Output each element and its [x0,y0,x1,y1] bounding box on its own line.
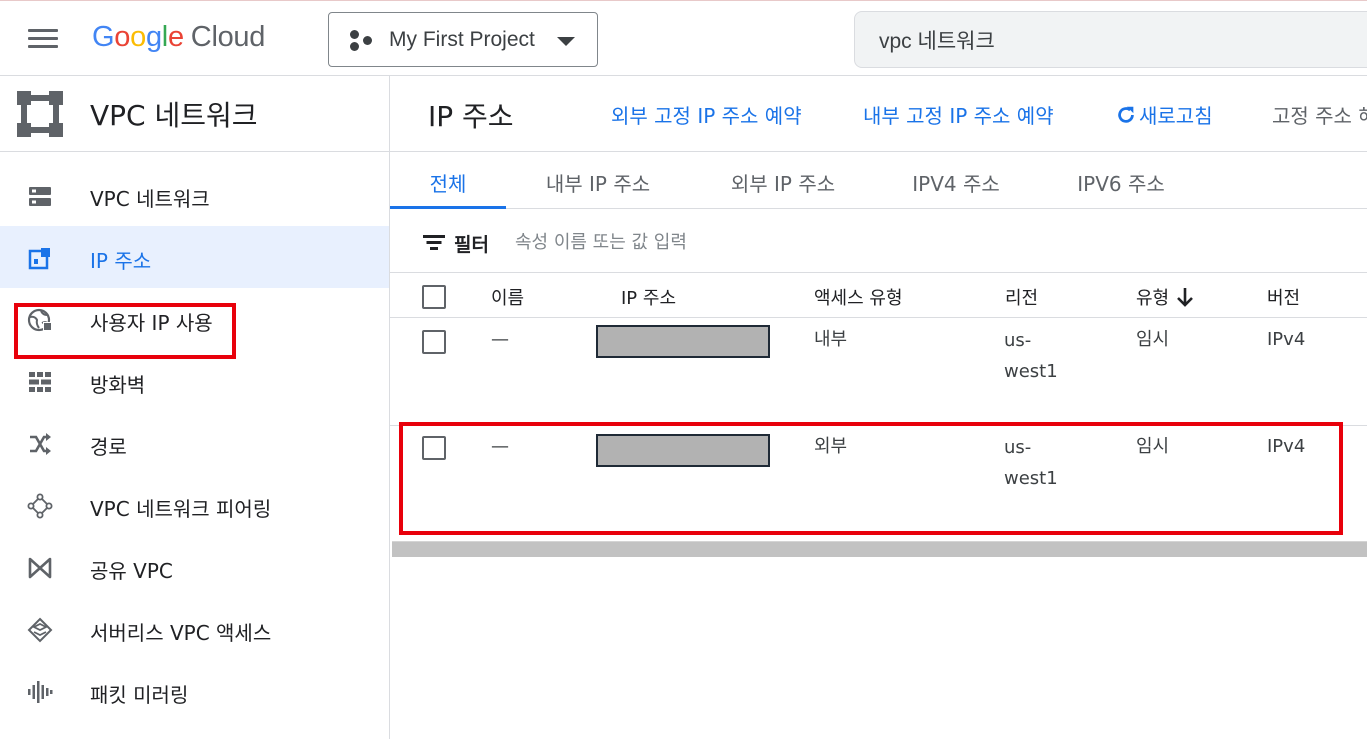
cell-type: 임시 [1136,436,1170,457]
table-row[interactable]: — 내부 us- west1 임시 IPv4 [390,319,1367,426]
cell-version: IPv4 [1267,329,1306,350]
sidebar-item-packet-mirroring[interactable]: 패킷 미러링 [0,660,389,722]
peering-icon [27,493,53,519]
filter-input[interactable] [515,227,1015,257]
sidebar-item-label: 방화벽 [90,373,146,397]
sidebar-item-label: 경로 [90,435,127,459]
cell-type: 임시 [1136,329,1170,350]
hamburger-menu-icon[interactable] [28,29,58,49]
sidebar-item-label: IP 주소 [90,249,152,273]
sidebar-item-routes[interactable]: 경로 [0,412,389,474]
main-content: IP 주소 외부 고정 IP 주소 예약 내부 고정 IP 주소 예약 새로고침… [390,76,1367,739]
cell-name: — [491,436,509,457]
refresh-icon [1118,106,1134,123]
select-all-checkbox[interactable] [422,285,446,309]
sidebar-item-byoip[interactable]: 사용자 IP 사용 [0,288,389,350]
globe-icon [27,308,52,332]
tab-bar: 전체 내부 IP 주소 외부 IP 주소 IPV4 주소 IPV6 주소 [390,153,1367,209]
google-cloud-logo[interactable]: Google Cloud [92,21,265,54]
column-header-ip[interactable]: IP 주소 [621,284,676,310]
sidebar-item-label: VPC 네트워크 피어링 [90,497,272,521]
cell-version: IPv4 [1267,436,1306,457]
cell-access-type: 외부 [814,436,848,457]
refresh-label: 새로고침 [1139,104,1213,128]
row-checkbox[interactable] [422,436,446,460]
search-box[interactable] [854,11,1367,68]
project-name: My First Project [389,28,535,51]
serverless-icon [27,617,53,643]
release-static-address-button[interactable]: 고정 주소 해 [1272,100,1367,129]
arrow-down-icon[interactable] [1175,286,1195,308]
sidebar-item-label: 공유 VPC [90,559,173,583]
tab-all[interactable]: 전체 [390,153,506,209]
sidebar-item-vpc-network[interactable]: VPC 네트워크 [0,164,389,226]
routes-icon [30,433,51,455]
cell-region-line1: us- [1004,437,1032,458]
cell-access-type: 내부 [814,329,848,350]
sidebar-item-label: 사용자 IP 사용 [90,311,213,335]
column-header-type-label: 유형 [1136,288,1170,309]
packet-mirroring-icon [28,681,53,703]
sidebar-item-vpc-peering[interactable]: VPC 네트워크 피어링 [0,474,389,536]
page-title: IP 주소 [428,100,514,133]
sidebar-item-firewall[interactable]: 방화벽 [0,350,389,412]
sidebar: VPC 네트워크 VPC 네트워크 IP 주소 사용자 IP 사용 방화벽 경로… [0,76,390,739]
redacted-ip [596,434,770,467]
vpc-network-icon [29,187,51,206]
sidebar-item-serverless-vpc-access[interactable]: 서버리스 VPC 액세스 [0,598,389,660]
tab-external-ip[interactable]: 외부 IP 주소 [715,153,851,209]
sidebar-header: VPC 네트워크 [0,76,389,152]
reserve-external-ip-button[interactable]: 외부 고정 IP 주소 예약 [611,100,802,129]
vpc-network-product-icon [17,91,63,137]
page-header: IP 주소 외부 고정 IP 주소 예약 내부 고정 IP 주소 예약 새로고침… [390,76,1367,152]
tab-ipv6[interactable]: IPV6 주소 [1060,153,1182,209]
column-header-name[interactable]: 이름 [491,284,524,310]
tab-internal-ip[interactable]: 내부 IP 주소 [530,153,666,209]
sidebar-item-label: 서버리스 VPC 액세스 [90,621,272,645]
filter-icon[interactable] [423,235,445,251]
filter-bar: 필터 [390,210,1367,273]
cell-name: — [491,329,509,350]
sidebar-item-label: 패킷 미러링 [90,683,189,707]
table-header: 이름 IP 주소 액세스 유형 리전 유형 버전 [390,274,1367,318]
top-bar: Google Cloud My First Project [0,0,1367,76]
ip-address-icon [28,248,50,270]
table-row[interactable]: — 외부 us- west1 임시 IPv4 [390,426,1367,533]
search-input[interactable] [879,22,1359,58]
column-header-access-type[interactable]: 액세스 유형 [814,284,903,310]
caret-down-icon [557,37,575,46]
column-header-region[interactable]: 리전 [1005,284,1038,310]
project-dots-icon [350,30,374,52]
sidebar-item-shared-vpc[interactable]: 공유 VPC [0,536,389,598]
sidebar-title: VPC 네트워크 [90,99,258,132]
cell-region-line1: us- [1004,330,1032,351]
cell-region-line2: west1 [1004,468,1058,489]
column-header-version[interactable]: 버전 [1267,284,1300,310]
refresh-button[interactable]: 새로고침 [1115,100,1213,129]
horizontal-scrollbar[interactable] [392,541,1367,557]
redacted-ip [596,325,770,358]
sidebar-item-label: VPC 네트워크 [90,187,210,211]
row-checkbox[interactable] [422,330,446,354]
project-selector-button[interactable]: My First Project [328,12,598,67]
tab-ipv4[interactable]: IPV4 주소 [895,153,1017,209]
reserve-internal-ip-button[interactable]: 내부 고정 IP 주소 예약 [863,100,1054,129]
shared-vpc-icon [28,557,52,579]
firewall-icon [29,372,51,392]
sidebar-item-ip-address[interactable]: IP 주소 [0,226,389,288]
filter-label: 필터 [454,234,489,256]
column-header-type[interactable]: 유형 [1136,284,1195,310]
cell-region-line2: west1 [1004,361,1058,382]
